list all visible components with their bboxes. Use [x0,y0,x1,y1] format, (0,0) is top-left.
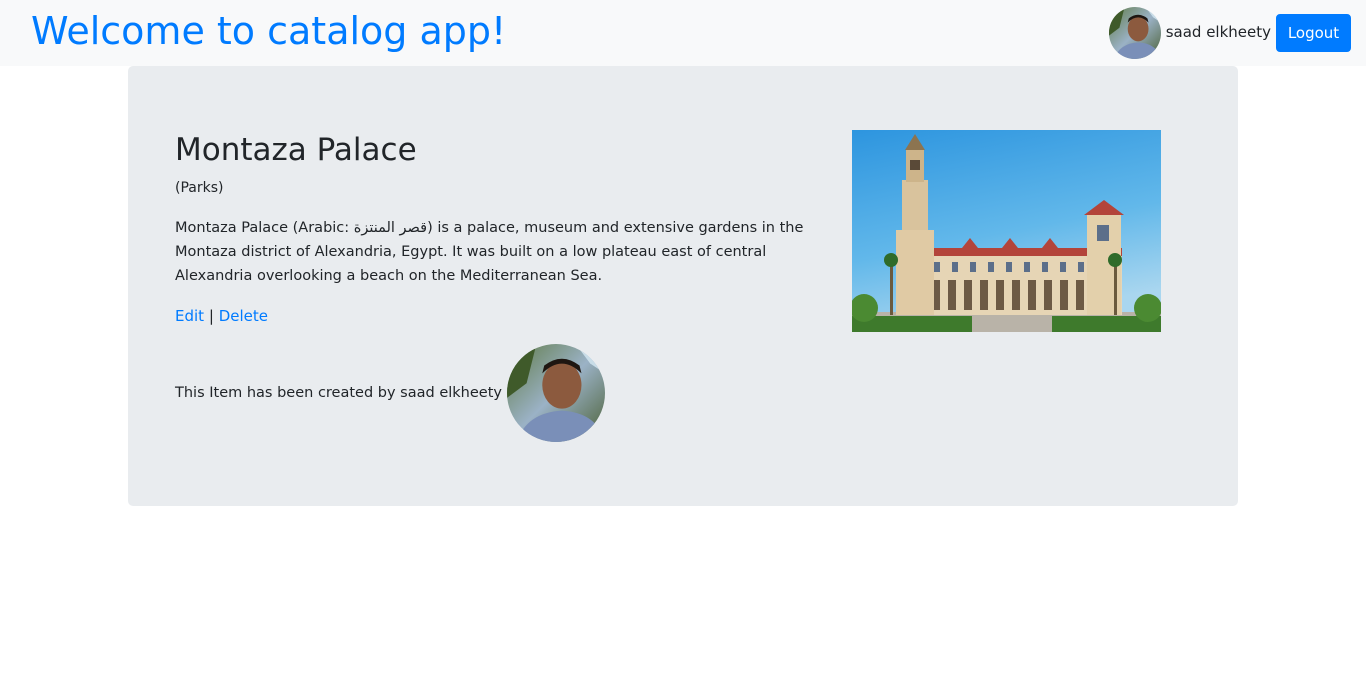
user-avatar [1108,7,1161,59]
user-name: saad elkheety [1165,22,1271,41]
item-title: Montaza Palace [175,132,417,168]
item-description: Montaza Palace (Arabic: قصر المنتزة) is … [175,220,804,284]
edit-link[interactable]: Edit [175,307,204,325]
action-separator: | [208,307,214,325]
navbar: Welcome to catalog app! saad elkheety Lo… [0,0,1366,66]
creator-text: This Item has been created by saad elkhe… [175,385,502,401]
item-actions: Edit | Delete [175,304,268,328]
creator-info: This Item has been created by saad elkhe… [175,344,605,442]
item-card: Montaza Palace (Parks) Montaza Palace (A… [128,66,1238,506]
creator-avatar [506,344,605,442]
item-image [852,130,1161,332]
logout-button[interactable]: Logout [1276,14,1351,52]
delete-link[interactable]: Delete [219,307,268,325]
user-nav: saad elkheety Logout [1108,7,1351,59]
user-photo-icon [506,344,605,442]
palace-photo-icon [852,130,1161,332]
item-category: (Parks) [175,180,224,196]
user-photo-icon [1108,7,1161,59]
brand-link[interactable]: Welcome to catalog app! [31,5,506,57]
